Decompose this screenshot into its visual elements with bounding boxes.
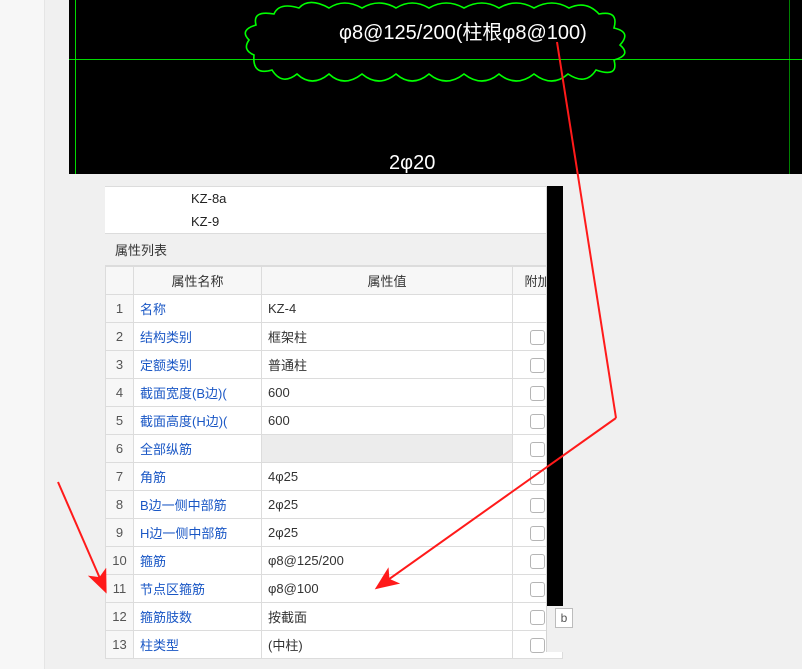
property-table-head-row: 属性名称 属性值 附加 xyxy=(106,267,563,295)
table-row[interactable]: 2结构类别框架柱 xyxy=(106,323,563,351)
property-value[interactable]: (中柱) xyxy=(262,631,513,659)
property-name[interactable]: 截面高度(H边)( xyxy=(134,407,262,435)
row-index: 2 xyxy=(106,323,134,351)
cad-cloud-icon xyxy=(234,0,654,90)
property-value[interactable]: KZ-4 xyxy=(262,295,513,323)
component-list-item[interactable]: KZ-9 xyxy=(105,210,563,233)
component-list-item[interactable]: KZ-8a xyxy=(105,187,563,210)
row-index: 11 xyxy=(106,575,134,603)
property-name[interactable]: 结构类别 xyxy=(134,323,262,351)
checkbox-icon[interactable] xyxy=(530,414,545,429)
property-name[interactable]: 箍筋 xyxy=(134,547,262,575)
property-list-header: 属性列表 xyxy=(105,233,563,266)
property-table: 属性名称 属性值 附加 1名称KZ-42结构类别框架柱3定额类别普通柱4截面宽度… xyxy=(105,266,563,659)
table-row[interactable]: 11节点区箍筋φ8@100 xyxy=(106,575,563,603)
row-index: 10 xyxy=(106,547,134,575)
table-row[interactable]: 12箍筋肢数按截面 xyxy=(106,603,563,631)
checkbox-icon[interactable] xyxy=(530,386,545,401)
checkbox-icon[interactable] xyxy=(530,554,545,569)
table-row[interactable]: 9H边一侧中部筋2φ25 xyxy=(106,519,563,547)
row-index: 6 xyxy=(106,435,134,463)
checkbox-icon[interactable] xyxy=(530,638,545,653)
cad-axis-horizontal xyxy=(69,59,802,60)
cad-viewport[interactable]: φ8@125/200(柱根φ8@100) 2φ20 xyxy=(69,0,802,174)
checkbox-icon[interactable] xyxy=(530,358,545,373)
table-row[interactable]: 13柱类型(中柱) xyxy=(106,631,563,659)
cad-stirrup-annotation: φ8@125/200(柱根φ8@100) xyxy=(339,16,587,45)
row-index: 1 xyxy=(106,295,134,323)
checkbox-icon[interactable] xyxy=(530,610,545,625)
property-value[interactable]: 600 xyxy=(262,379,513,407)
property-name[interactable]: 角筋 xyxy=(134,463,262,491)
cad-rebar-label: 2φ20 xyxy=(389,152,435,174)
row-index: 12 xyxy=(106,603,134,631)
cad-axis-vertical xyxy=(789,0,790,174)
row-index: 13 xyxy=(106,631,134,659)
property-name[interactable]: H边一侧中部筋 xyxy=(134,519,262,547)
row-index: 9 xyxy=(106,519,134,547)
property-name[interactable]: 全部纵筋 xyxy=(134,435,262,463)
property-name[interactable]: 截面宽度(B边)( xyxy=(134,379,262,407)
table-row[interactable]: 5截面高度(H边)(600 xyxy=(106,407,563,435)
row-index: 4 xyxy=(106,379,134,407)
col-blank xyxy=(106,267,134,295)
checkbox-icon[interactable] xyxy=(530,470,545,485)
property-name[interactable]: 箍筋肢数 xyxy=(134,603,262,631)
row-index: 5 xyxy=(106,407,134,435)
property-value[interactable]: 普通柱 xyxy=(262,351,513,379)
checkbox-icon[interactable] xyxy=(530,582,545,597)
row-index: 8 xyxy=(106,491,134,519)
table-row[interactable]: 3定额类别普通柱 xyxy=(106,351,563,379)
table-row[interactable]: 7角筋4φ25 xyxy=(106,463,563,491)
property-value[interactable]: 2φ25 xyxy=(262,519,513,547)
checkbox-icon[interactable] xyxy=(530,498,545,513)
property-name[interactable]: 柱类型 xyxy=(134,631,262,659)
table-row[interactable]: 4截面宽度(B边)(600 xyxy=(106,379,563,407)
aux-mini-button[interactable]: b xyxy=(555,608,573,628)
property-name[interactable]: 名称 xyxy=(134,295,262,323)
property-panel: KZ-8a KZ-9 属性列表 属性名称 属性值 附加 1名称KZ-42结构类别… xyxy=(105,186,563,652)
property-name[interactable]: 节点区箍筋 xyxy=(134,575,262,603)
row-index: 3 xyxy=(106,351,134,379)
property-value[interactable]: 按截面 xyxy=(262,603,513,631)
table-row[interactable]: 1名称KZ-4 xyxy=(106,295,563,323)
property-value[interactable] xyxy=(262,435,513,463)
table-row[interactable]: 6全部纵筋 xyxy=(106,435,563,463)
component-list: KZ-8a KZ-9 xyxy=(105,187,563,233)
page-root: φ8@125/200(柱根φ8@100) 2φ20 KZ-8a KZ-9 属性列… xyxy=(0,0,802,669)
property-name[interactable]: 定额类别 xyxy=(134,351,262,379)
table-row[interactable]: 10箍筋φ8@125/200 xyxy=(106,547,563,575)
property-value[interactable]: φ8@100 xyxy=(262,575,513,603)
property-value[interactable]: 600 xyxy=(262,407,513,435)
checkbox-icon[interactable] xyxy=(530,330,545,345)
left-gutter xyxy=(0,0,45,669)
checkbox-icon[interactable] xyxy=(530,442,545,457)
property-value[interactable]: 框架柱 xyxy=(262,323,513,351)
checkbox-icon[interactable] xyxy=(530,526,545,541)
col-value: 属性值 xyxy=(262,267,513,295)
cad-axis-vertical xyxy=(75,0,76,174)
table-row[interactable]: 8B边一侧中部筋2φ25 xyxy=(106,491,563,519)
property-value[interactable]: φ8@125/200 xyxy=(262,547,513,575)
property-name[interactable]: B边一侧中部筋 xyxy=(134,491,262,519)
viewport-edge-strip xyxy=(547,186,563,606)
col-name: 属性名称 xyxy=(134,267,262,295)
property-value[interactable]: 2φ25 xyxy=(262,491,513,519)
row-index: 7 xyxy=(106,463,134,491)
property-value[interactable]: 4φ25 xyxy=(262,463,513,491)
